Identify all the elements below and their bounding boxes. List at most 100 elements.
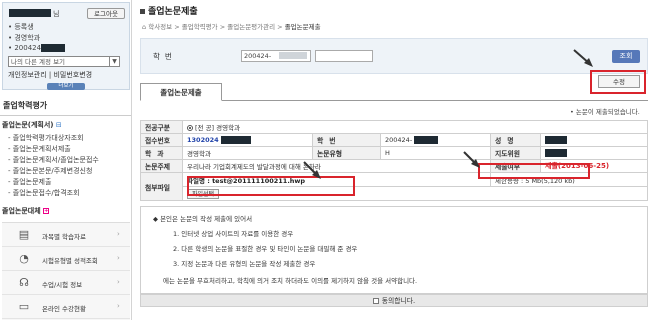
highlight-box [187, 176, 355, 196]
sidebar-item-thesis-replace-label: 졸업논문대체 [2, 207, 41, 215]
major-label: 전공구분 [140, 120, 183, 134]
chevron-down-icon: ▼ [109, 57, 119, 66]
sidebar-subitem[interactable]: - 졸업논문제출 [8, 177, 51, 187]
pledge-item: 3. 지정 논문과 다른 유형의 논문을 작성 제출한 경우 [173, 260, 316, 268]
quick-link-grades[interactable]: ◔ 시험유형별 성적조회 › [2, 247, 130, 271]
account-switch-select[interactable]: 나의 다른 계정 보기 ▼ [8, 56, 120, 67]
dept-value: 경영학과 [182, 146, 313, 160]
sidebar: 님 로그아웃 • 등록생 • 경영학과 • 200424- 나의 다른 계정 보… [0, 0, 132, 320]
breadcrumb-item[interactable]: 졸업학력평가 [182, 23, 218, 31]
receipt-label: 접수번호 [140, 133, 183, 147]
more-button[interactable]: 더보기 [47, 83, 85, 90]
annotation-arrow [573, 49, 593, 67]
quick-links: ▤ 과목별 학습자료 › ◔ 시험유형별 성적조회 › ☊ 수업/시험 정보 ›… [2, 222, 130, 320]
topic-value: 우리나라 기업회계제도의 발달과정에 대해 논하라 [182, 159, 491, 173]
highlight-box [590, 70, 646, 94]
name-value [540, 133, 648, 147]
quick-link-online-status[interactable]: ▭ 온라인 수강현황 › [2, 295, 130, 319]
sidebar-subitem[interactable]: - 졸업논문계획서/졸업논문접수 [8, 155, 99, 165]
attachment-label: 첨부파일 [140, 172, 183, 201]
title-bullet-icon [140, 9, 145, 14]
pledge-item: 2. 다른 학생의 논문을 표절한 경우 및 타인이 논문을 대필해 준 경우 [173, 245, 358, 253]
redacted [220, 136, 251, 144]
quick-link-class-info[interactable]: ☊ 수업/시험 정보 › [2, 271, 130, 295]
sid-value-text: 200424- [385, 136, 413, 144]
quick-link-label: 수업/시험 정보 [42, 281, 83, 289]
major-value-text: [전 공] 경영학과 [195, 124, 241, 132]
account-links[interactable]: 개인정보관리 | 비밀번호변경 [8, 70, 92, 80]
sidebar-subitem[interactable]: - 졸업논문계획서제출 [8, 144, 71, 154]
chevron-right-icon: › [117, 302, 120, 310]
chevron-right-icon: › [117, 254, 120, 262]
agree-checkbox[interactable] [372, 298, 379, 304]
highlight-box [478, 163, 590, 179]
submission-notice: • 논문이 제출되었습니다. [570, 106, 640, 116]
agree-bar[interactable]: 동의합니다. [140, 294, 648, 307]
receipt-number: 1302024 [187, 136, 219, 144]
sidebar-item-thesis-replace[interactable]: 졸업논문대체 + [2, 206, 50, 216]
collapse-icon[interactable]: ⊟ [56, 121, 62, 129]
logout-button[interactable]: 로그아웃 [87, 8, 125, 19]
dept-label: 학과 [140, 146, 183, 160]
student-id-label: 학번 [153, 52, 177, 61]
sidebar-subitem[interactable]: - 졸업학력평가대상자조회 [8, 133, 84, 143]
sid-value: 200424- [380, 133, 491, 147]
pledge-heading-text: 본인은 논문의 작성 제출에 있어서 [160, 215, 253, 223]
breadcrumb-item[interactable]: 졸업논문평가관리 [227, 23, 275, 31]
sidebar-item-thesis[interactable]: 졸업논문(계획서) ⊟ [2, 120, 62, 130]
breadcrumb: ⌂ 학사정보 > 졸업학력평가 > 졸업논문평가관리 > 졸업논문제출 [142, 21, 321, 31]
sidebar-title: 졸업학력평가 [3, 101, 48, 110]
pledge-heading: ◆ 본인은 논문의 작성 제출에 있어서 [153, 213, 252, 223]
pledge-box: ◆ 본인은 논문의 작성 제출에 있어서 1. 인터넷 상업 사이트의 자료를 … [140, 206, 648, 294]
headset-icon: ☊ [19, 276, 29, 289]
sidebar-subitem[interactable]: - 졸업논문본문/주제변경신청 [8, 166, 92, 176]
sidebar-subitem[interactable]: - 졸업논문접수/합격조회 [8, 188, 80, 198]
redacted [414, 136, 439, 144]
redacted-student-id [279, 52, 307, 59]
breadcrumb-separator: > [277, 23, 283, 31]
sid-label: 학번 [312, 133, 381, 147]
pledge-item: 1. 인터넷 상업 사이트의 자료를 이용한 경우 [173, 230, 294, 238]
bullet-icon: ◆ [153, 215, 158, 223]
sidebar-item-thesis-label: 졸업논문(계획서) [2, 121, 54, 129]
name-input[interactable] [315, 50, 373, 62]
major-value: [전 공] 경영학과 [182, 120, 648, 134]
advisor-value [540, 146, 648, 160]
redacted-advisor [545, 149, 567, 157]
home-icon: ⌂ [142, 23, 147, 31]
radio-selected[interactable] [187, 125, 193, 131]
breadcrumb-item[interactable]: 학사정보 [148, 23, 172, 31]
user-name-suffix: 님 [53, 10, 60, 18]
monitor-icon: ▭ [18, 300, 30, 313]
quick-link-study-materials[interactable]: ▤ 과목별 학습자료 › [2, 223, 130, 247]
redacted-user-name [9, 9, 51, 17]
user-student-id: • 200424- [8, 44, 44, 52]
annotation-arrow [303, 161, 321, 179]
quick-link-label: 온라인 수강현황 [42, 305, 86, 313]
quick-link-label: 과목별 학습자료 [42, 233, 86, 241]
main-content: 졸업논문제출 ⌂ 학사정보 > 졸업학력평가 > 졸업논문평가관리 > 졸업논문… [134, 0, 650, 320]
chevron-right-icon: › [117, 230, 120, 238]
tab-thesis-submit[interactable]: 졸업논문제출 [140, 83, 222, 101]
chevron-right-icon: › [117, 278, 120, 286]
account-switch-label: 나의 다른 계정 보기 [11, 58, 66, 66]
user-department: • 경영학과 [8, 34, 41, 42]
plus-icon: + [43, 208, 50, 214]
user-status: • 등록생 [8, 23, 34, 31]
breadcrumb-separator: > [174, 23, 180, 31]
notice-text: • 논문이 제출되었습니다. [570, 108, 640, 116]
breadcrumb-separator: > [219, 23, 226, 31]
advisor-label: 지도위원 [490, 146, 541, 160]
redacted-name [545, 136, 567, 144]
book-icon: ▤ [18, 228, 30, 241]
pledge-closing: 에는 논문을 무효처리하고, 학칙에 의거 조치 하더라도 이의를 제기하지 않… [163, 277, 418, 285]
annotation-arrow [463, 151, 480, 168]
search-button[interactable]: 조회 [612, 50, 640, 63]
agree-label: 동의합니다. [381, 297, 416, 305]
page-title: 졸업논문제출 [140, 4, 198, 17]
page-title-text: 졸업논문제출 [148, 7, 198, 17]
user-info-box: 님 로그아웃 • 등록생 • 경영학과 • 200424- 나의 다른 계정 보… [2, 2, 130, 90]
sidebar-divider [0, 115, 131, 116]
tab-bar: 졸업논문제출 [140, 83, 648, 101]
chart-icon: ◔ [19, 252, 29, 265]
